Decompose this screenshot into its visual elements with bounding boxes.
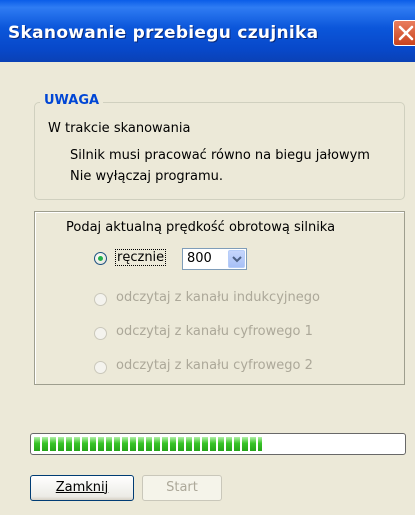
notice-line-1: W trakcie skanowania [48, 121, 191, 136]
notice-line-3: Nie wyłączaj programu. [70, 169, 223, 184]
radio-digital-2-label: odczytaj z kanału cyfrowego 2 [116, 358, 313, 373]
progress-segment [122, 437, 128, 451]
radio-digital-1-label: odczytaj z kanału cyfrowego 1 [116, 324, 313, 339]
progress-segment [218, 437, 224, 451]
title-bar[interactable]: Skanowanie przebiegu czujnika [0, 0, 415, 62]
progress-segment [34, 437, 40, 451]
rpm-select-dropdown-button[interactable] [228, 250, 245, 268]
progress-segment [138, 437, 144, 451]
close-icon [398, 25, 414, 41]
progress-segment [250, 437, 256, 451]
progress-segment [194, 437, 200, 451]
close-window-button[interactable] [393, 20, 415, 46]
progress-segment [202, 437, 208, 451]
radio-digital-1[interactable] [94, 327, 107, 340]
dialog-window: Skanowanie przebiegu czujnika UWAGA W tr… [0, 0, 415, 515]
notice-line-2: Silnik musi pracować równo na biegu jało… [70, 148, 370, 163]
radio-digital-2[interactable] [94, 361, 107, 374]
rpm-select-value: 800 [187, 251, 212, 266]
notice-heading: UWAGA [40, 93, 104, 108]
progress-segment [74, 437, 80, 451]
progress-segment [130, 437, 136, 451]
progress-segment [234, 437, 240, 451]
scan-progress-bar [30, 433, 406, 455]
progress-segment [106, 437, 112, 451]
progress-segment [226, 437, 232, 451]
progress-segment [210, 437, 216, 451]
progress-segment [66, 437, 72, 451]
progress-segment [98, 437, 104, 451]
progress-segment [58, 437, 64, 451]
progress-segment [146, 437, 152, 451]
progress-segment [90, 437, 96, 451]
rpm-select[interactable]: 800 [182, 248, 247, 270]
progress-segment [50, 437, 56, 451]
speed-heading: Podaj aktualną prędkość obrotową silnika [66, 220, 336, 235]
progress-segment [258, 437, 262, 451]
radio-manual-label[interactable]: ręcznie [115, 249, 167, 266]
progress-segment [186, 437, 192, 451]
progress-segment [162, 437, 168, 451]
radio-inductive-label: odczytaj z kanału indukcyjnego [116, 290, 320, 305]
radio-inductive[interactable] [94, 293, 107, 306]
progress-segment [178, 437, 184, 451]
progress-segment [154, 437, 160, 451]
window-title: Skanowanie przebiegu czujnika [8, 23, 319, 43]
start-button[interactable]: Start [142, 475, 222, 501]
progress-fill [34, 437, 262, 451]
progress-segment [42, 437, 48, 451]
progress-segment [242, 437, 248, 451]
radio-manual[interactable] [94, 252, 107, 265]
progress-segment [170, 437, 176, 451]
close-button-label: Zamknij [55, 480, 109, 495]
progress-segment [82, 437, 88, 451]
chevron-down-icon [232, 256, 242, 263]
close-button[interactable]: Zamknij [30, 475, 134, 501]
progress-segment [114, 437, 120, 451]
